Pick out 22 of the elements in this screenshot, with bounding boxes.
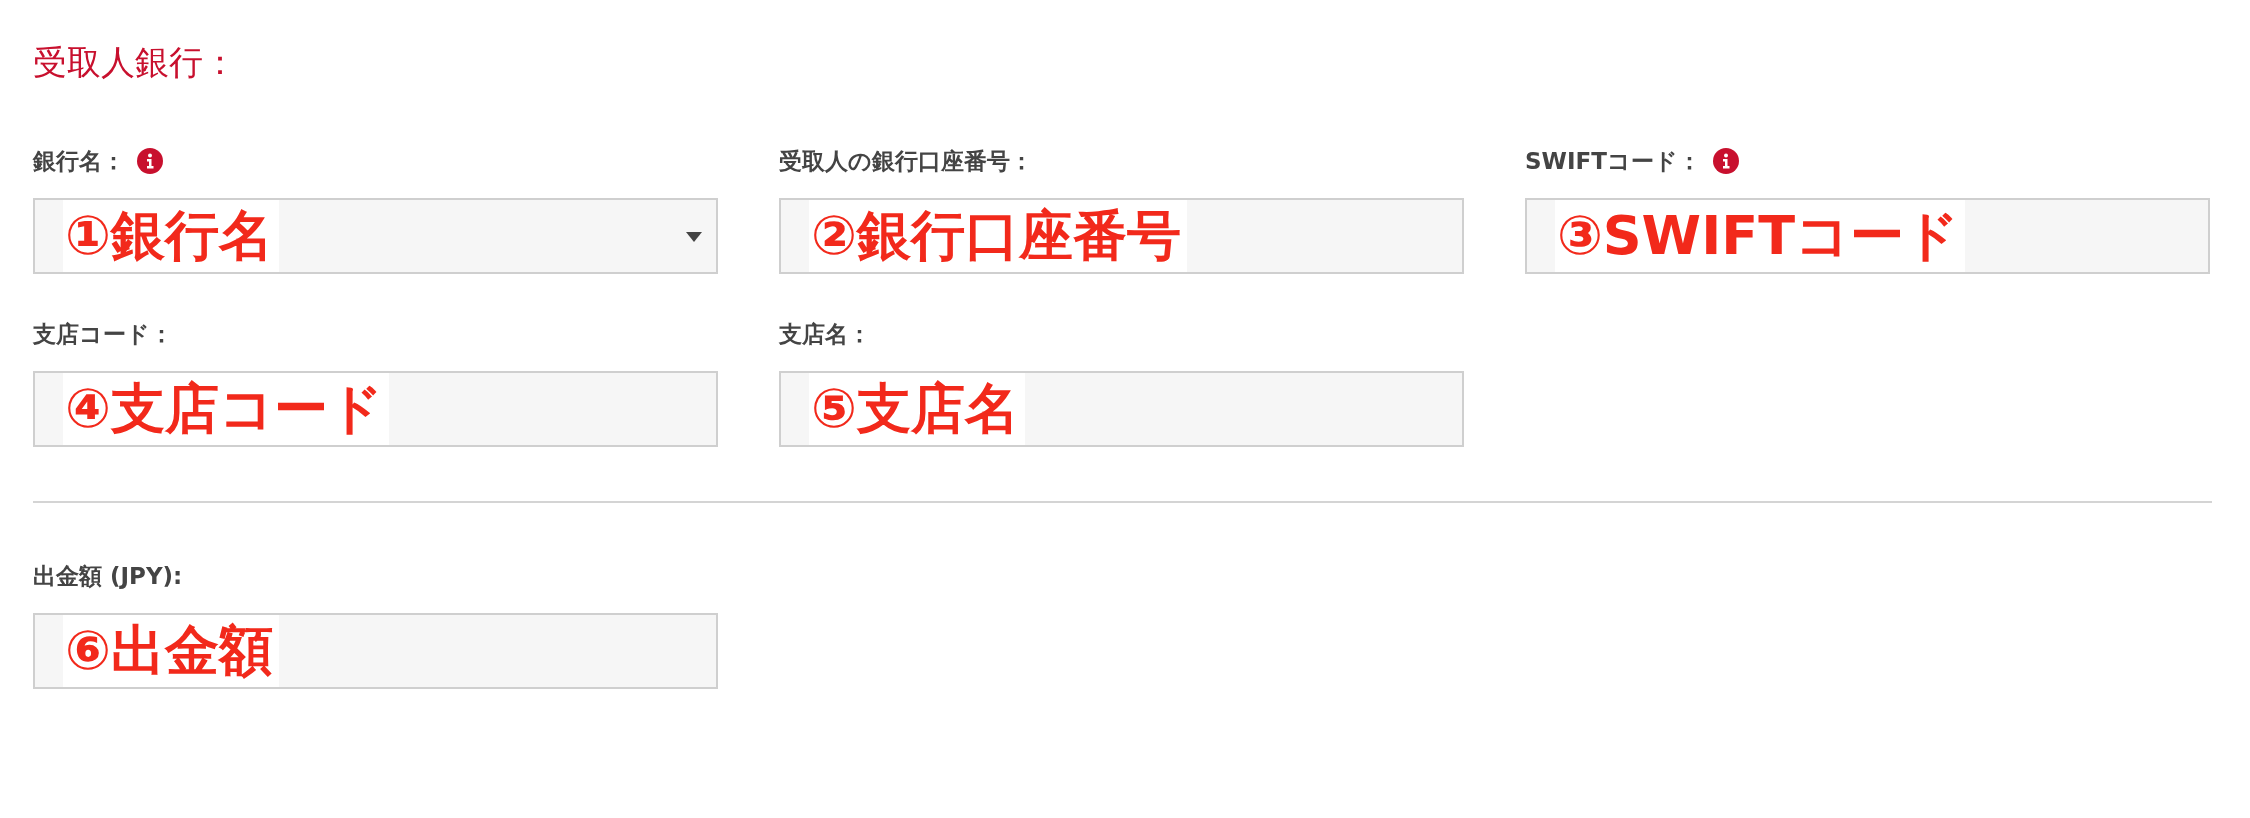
field-label: 銀行名： xyxy=(33,146,125,176)
annotation-label: ③SWIFTコード xyxy=(1555,200,1965,272)
section-title: 受取人銀行： xyxy=(33,41,238,84)
annotation-label: ①銀行名 xyxy=(63,200,279,272)
field-label: 支店名： xyxy=(779,319,871,349)
field-label: SWIFTコード： xyxy=(1525,146,1701,176)
annotation-label: ④支店コード xyxy=(63,373,389,445)
annotation-label: ②銀行口座番号 xyxy=(809,200,1187,272)
info-icon[interactable] xyxy=(1712,148,1739,174)
input-field[interactable]: ②銀行口座番号 xyxy=(779,198,1464,274)
input-field[interactable]: ③SWIFTコード xyxy=(1525,198,2210,274)
input-field[interactable]: ④支店コード xyxy=(33,371,718,447)
input-field[interactable]: ⑥出金額 xyxy=(33,613,718,689)
annotation-label: ⑥出金額 xyxy=(63,615,279,687)
info-icon[interactable] xyxy=(137,148,163,174)
field-label: 支店コード： xyxy=(33,319,173,349)
annotation-label: ⑤支店名 xyxy=(809,373,1025,445)
dropdown-field[interactable]: ①銀行名 xyxy=(33,198,718,274)
caret-icon xyxy=(686,232,702,242)
field-label: 受取人の銀行口座番号： xyxy=(779,146,1033,176)
field-label: 出金額 (JPY): xyxy=(33,561,183,591)
input-field[interactable]: ⑤支店名 xyxy=(779,371,1464,447)
